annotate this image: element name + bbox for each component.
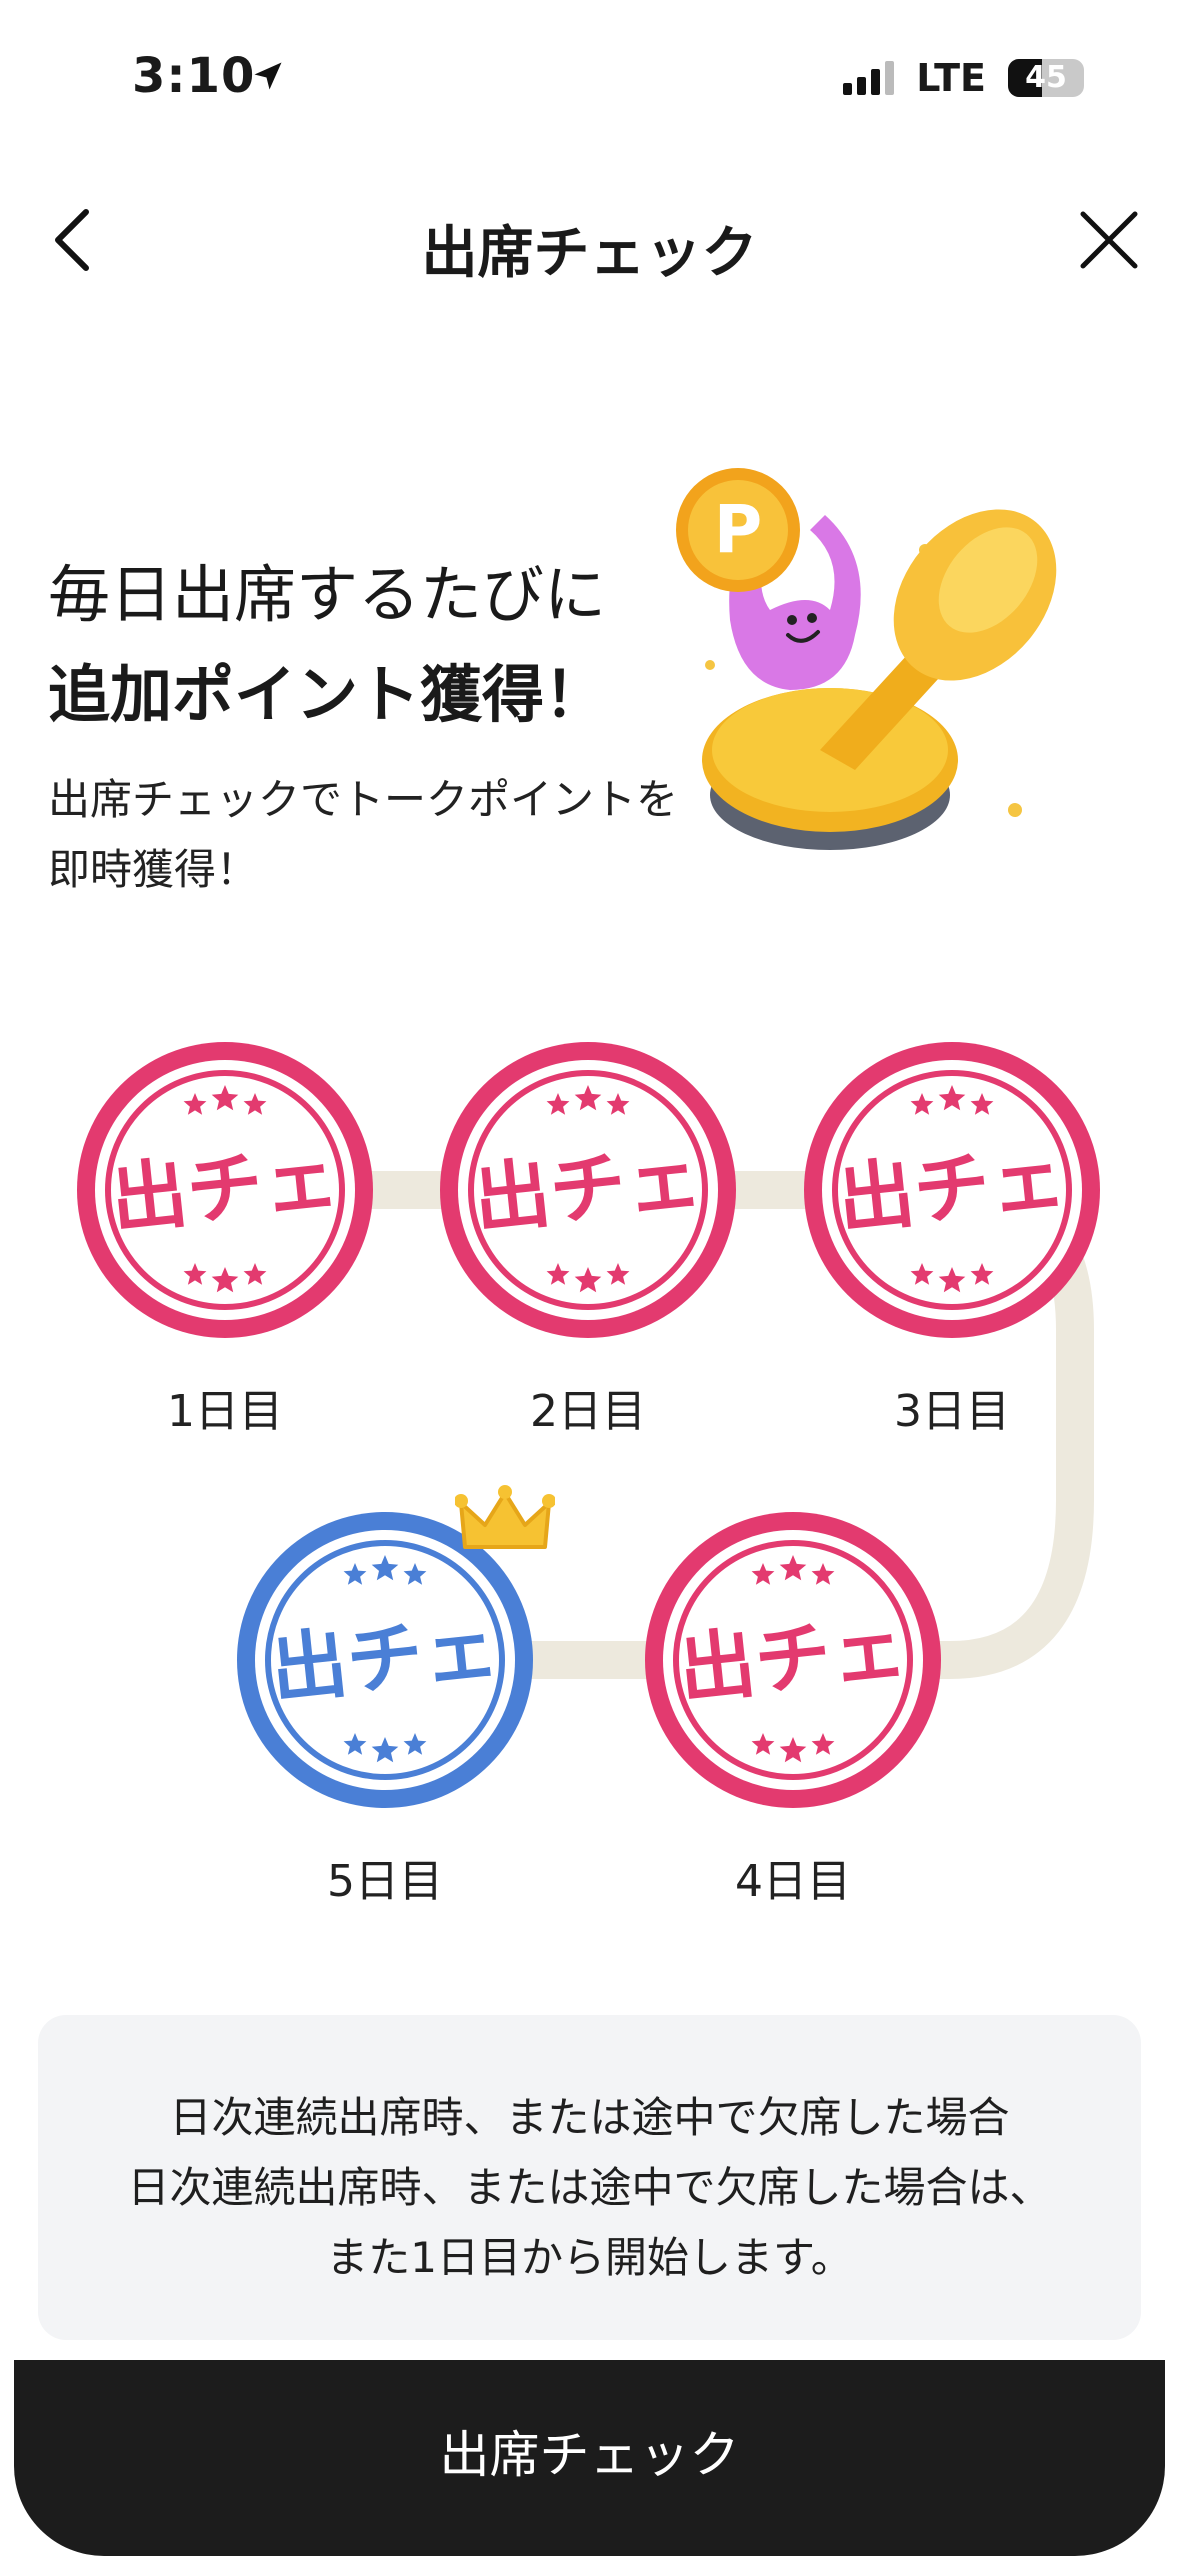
stamp-mascot-illustration: P xyxy=(676,468,1057,850)
status-indicators: LTE 45 xyxy=(843,56,1084,100)
hero-title-line2: 追加ポイント獲得！ xyxy=(43,645,623,745)
notice-line1: 日次連続出席時、または途中で欠席した場合 xyxy=(169,2093,1010,2142)
location-arrow-icon xyxy=(254,62,282,90)
close-button[interactable] xyxy=(1069,200,1149,280)
day-label-5: 5日目 xyxy=(327,1856,443,1907)
hero-subtitle: 出席チェックでトークポイントを 即時獲得！ xyxy=(48,765,678,905)
hero-subtitle-line2: 即時獲得！ xyxy=(48,845,259,894)
signal-icon xyxy=(843,61,895,95)
nav-header: 出席チェック xyxy=(0,175,1179,305)
notice-line2: 日次連続出席時、または途中で欠席した場合は、 xyxy=(127,2163,1052,2212)
page-title: 出席チェック xyxy=(421,221,758,286)
close-icon xyxy=(1080,211,1138,269)
hero-subtitle-line1: 出席チェックでトークポイントを xyxy=(48,775,679,824)
crown-icon xyxy=(455,1485,555,1549)
day-label-2: 2日目 xyxy=(530,1386,646,1437)
hero-title: 毎日出席するたびに 追加ポイント獲得！ xyxy=(43,545,623,745)
notice-line3: また1日目から開始します。 xyxy=(326,2233,853,2282)
status-time: 3:10 xyxy=(132,48,256,104)
stamp-graphic: 出チェ xyxy=(804,1042,1100,1338)
coin-letter: P xyxy=(714,491,762,568)
stamp-graphic: 出チェ xyxy=(77,1042,373,1338)
battery-percent: 45 xyxy=(1025,60,1067,95)
day-label-4: 4日目 xyxy=(735,1856,851,1907)
stamp-graphic: 出チェ xyxy=(645,1512,941,1808)
battery-icon: 45 xyxy=(1008,59,1084,97)
stamp-day-2: 出チェ xyxy=(433,1035,743,1345)
status-bar: 3:10 LTE 45 xyxy=(0,0,1179,150)
hero-title-line1: 毎日出席するたびに xyxy=(48,558,607,631)
day-label-1: 1日目 xyxy=(167,1386,283,1437)
stamp-day-3: 出チェ xyxy=(797,1035,1107,1345)
notice-box: 日次連続出席時、または途中で欠席した場合 日次連続出席時、または途中で欠席した場… xyxy=(38,2015,1141,2340)
stamp-graphic: 出チェ xyxy=(440,1042,736,1338)
day-label-3: 3日目 xyxy=(894,1386,1010,1437)
attendance-track: 出チェ 1日目 出チェ 2日目 出チェ 3日目 出チェ 4日目 出チェ 5日目 xyxy=(0,1000,1179,1950)
network-label: LTE xyxy=(916,56,986,100)
attendance-check-button[interactable]: 出席チェック xyxy=(14,2360,1165,2556)
stamp-day-4: 出チェ xyxy=(638,1505,948,1815)
stamp-day-1: 出チェ xyxy=(70,1035,380,1345)
